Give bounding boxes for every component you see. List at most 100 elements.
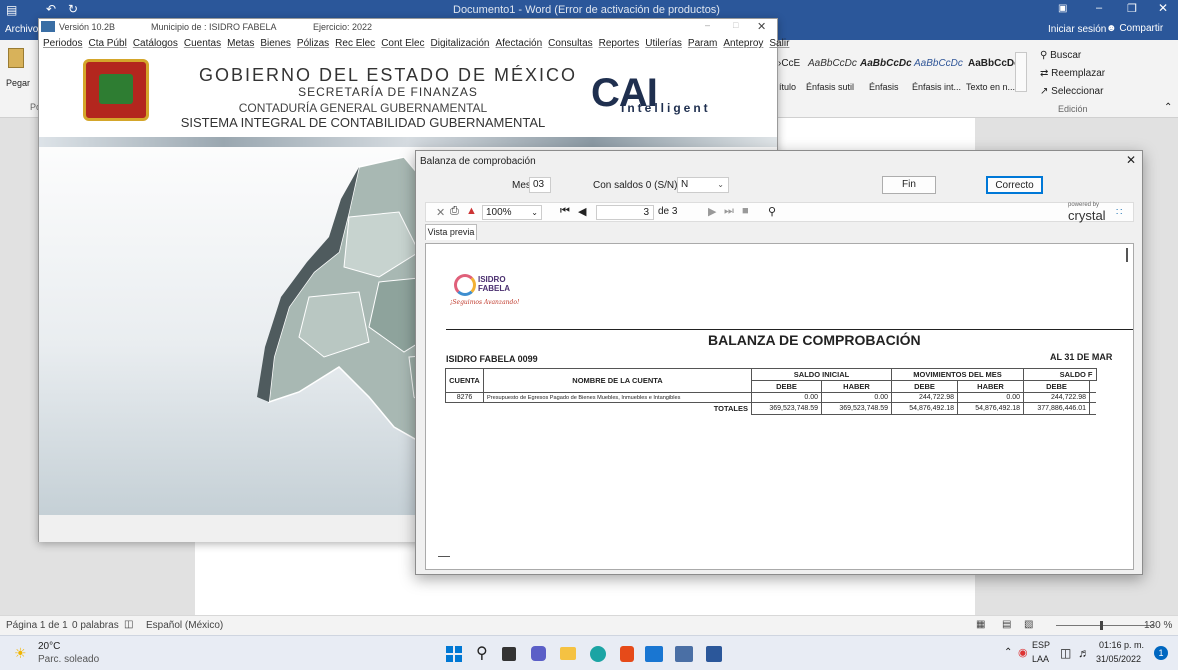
zoom-select[interactable]: 100% ⌄: [482, 205, 542, 220]
style-sample-emphasis[interactable]: AaBbCcDc: [860, 58, 912, 69]
notification-badge[interactable]: 1: [1154, 646, 1168, 660]
collapse-ribbon-icon[interactable]: ⌃: [1164, 102, 1172, 113]
volume-icon[interactable]: ♬: [1078, 646, 1090, 660]
word-app-icon[interactable]: [706, 646, 722, 662]
lang-layout[interactable]: LAA: [1032, 654, 1049, 664]
style-sample-intense[interactable]: AaBbCcDc: [914, 58, 963, 69]
scrollbar-thumb[interactable]: [1126, 248, 1128, 262]
file-explorer-icon[interactable]: [560, 647, 576, 660]
menu-rec-elec[interactable]: Rec Elec: [335, 38, 375, 49]
proofing-icon[interactable]: ◫: [124, 619, 133, 630]
minimize-icon[interactable]: –: [1096, 2, 1102, 14]
report-preview[interactable]: ISIDRO FABELA ¡Seguimos Avanzando! BALAN…: [425, 243, 1134, 570]
status-words[interactable]: 0 palabras: [72, 620, 119, 631]
start-icon[interactable]: [446, 646, 462, 662]
menu-polizas[interactable]: Pólizas: [297, 38, 329, 49]
status-page[interactable]: Página 1 de 1: [6, 620, 68, 631]
style-sample-subtle[interactable]: AaBbCcDc: [808, 58, 857, 69]
correcto-button[interactable]: Correcto: [986, 176, 1043, 194]
style-sample-strong[interactable]: AaBbCcDc: [968, 58, 1020, 69]
menu-afectacion[interactable]: Afectación: [495, 38, 542, 49]
col-haber-1: HABER: [821, 380, 892, 393]
find-button[interactable]: ⚲ Buscar: [1040, 50, 1081, 61]
find-label: Buscar: [1050, 50, 1082, 61]
office-icon[interactable]: [620, 646, 634, 662]
saldos-select[interactable]: N ⌄: [677, 177, 729, 193]
style-partial[interactable]: ›CcE: [778, 58, 800, 69]
crystal-dots-icon: ∷: [1116, 207, 1123, 218]
search-taskbar-icon[interactable]: ⚲: [476, 643, 488, 663]
web-layout-icon[interactable]: ▧: [1024, 619, 1033, 630]
balanza-close-icon[interactable]: ✕: [1126, 153, 1136, 167]
cai-close-icon[interactable]: ✕: [757, 20, 766, 33]
status-language[interactable]: Español (México): [146, 620, 223, 631]
last-page-icon[interactable]: ⏭: [724, 205, 734, 218]
replace-button[interactable]: ⇄ Reemplazar: [1040, 68, 1105, 79]
zoom-slider[interactable]: [1056, 625, 1154, 626]
menu-salir[interactable]: Salir: [769, 38, 789, 49]
find-text-icon[interactable]: ⚲: [768, 205, 776, 218]
paste-label[interactable]: Pegar: [6, 78, 30, 88]
export-icon[interactable]: ▲: [466, 205, 477, 217]
paste-icon[interactable]: [8, 48, 24, 68]
ribbon-display-icon[interactable]: ▣: [1058, 3, 1067, 14]
file-tab[interactable]: Archivo: [5, 24, 38, 35]
word-statusbar: Página 1 de 1 0 palabras ◫ Español (Méxi…: [0, 615, 1178, 635]
lang-indicator[interactable]: ESP: [1032, 640, 1050, 650]
cai-minimize-icon[interactable]: –: [705, 20, 710, 30]
menu-cont-elec[interactable]: Cont Elec: [381, 38, 424, 49]
menu-anteproy[interactable]: Anteproy: [723, 38, 763, 49]
weather-desc[interactable]: Parc. soleado: [38, 654, 99, 665]
share-button[interactable]: ☻ Compartir: [1106, 23, 1163, 34]
fin-button[interactable]: Fin: [882, 176, 936, 194]
styles-scroll[interactable]: [1015, 52, 1027, 92]
stop-icon[interactable]: ■: [742, 205, 749, 217]
menu-metas[interactable]: Metas: [227, 38, 254, 49]
menu-cta-publ[interactable]: Cta Públ: [88, 38, 126, 49]
menu-bienes[interactable]: Bienes: [260, 38, 291, 49]
menu-digitalizacion[interactable]: Digitalización: [431, 38, 490, 49]
close-view-icon[interactable]: ✕: [436, 206, 445, 219]
cai-maximize-icon[interactable]: □: [733, 20, 738, 30]
signin-link[interactable]: Iniciar sesión: [1048, 24, 1106, 35]
edge-icon[interactable]: [590, 646, 606, 662]
undo-icon[interactable]: ↶: [46, 2, 56, 16]
clock-date[interactable]: 31/05/2022: [1096, 654, 1141, 664]
mes-field[interactable]: 03: [529, 177, 551, 193]
print-icon[interactable]: ⎙: [450, 205, 459, 218]
page-field[interactable]: 3: [596, 205, 654, 220]
col-debe-3: DEBE: [1023, 380, 1090, 393]
tab-vista-previa[interactable]: Vista previa: [425, 224, 477, 240]
redo-icon[interactable]: ↻: [68, 2, 78, 16]
menu-consultas[interactable]: Consultas: [548, 38, 592, 49]
style-name-emphasis: Énfasis: [869, 82, 899, 92]
task-view-icon[interactable]: [502, 647, 516, 661]
clock-time[interactable]: 01:16 p. m.: [1099, 640, 1144, 650]
read-mode-icon[interactable]: ▦: [976, 619, 985, 630]
menu-reportes[interactable]: Reportes: [599, 38, 640, 49]
first-page-icon[interactable]: ⏮: [560, 205, 570, 218]
contaduria-title: CONTADURÍA GENERAL GUBERNAMENTAL: [238, 101, 488, 115]
network-icon[interactable]: ◫: [1060, 646, 1071, 660]
weather-icon[interactable]: ☀: [14, 645, 27, 662]
cai-app-icon[interactable]: [675, 646, 693, 662]
menu-catalogos[interactable]: Catálogos: [133, 38, 178, 49]
tray-app-icon[interactable]: ◉: [1018, 646, 1028, 659]
save-icon[interactable]: ▤: [6, 3, 17, 17]
maximize-icon[interactable]: ❐: [1127, 2, 1137, 15]
chat-icon[interactable]: [531, 646, 546, 661]
menu-cuentas[interactable]: Cuentas: [184, 38, 221, 49]
print-layout-icon[interactable]: ▤: [1002, 619, 1011, 630]
weather-temp[interactable]: 20°C: [38, 641, 60, 652]
next-page-icon[interactable]: ▶: [708, 205, 716, 218]
menu-param[interactable]: Param: [688, 38, 717, 49]
close-icon[interactable]: ✕: [1158, 1, 1168, 15]
prev-page-icon[interactable]: ◀: [578, 205, 586, 218]
zoom-level[interactable]: 130 %: [1144, 620, 1172, 631]
menu-periodos[interactable]: Periodos: [43, 38, 82, 49]
zoom-slider-thumb[interactable]: [1100, 621, 1103, 630]
select-button[interactable]: ↗ Seleccionar: [1040, 86, 1103, 97]
outlook-icon[interactable]: [645, 646, 663, 662]
tray-chevron-icon[interactable]: ⌃: [1004, 647, 1012, 658]
menu-utilerias[interactable]: Utilerías: [645, 38, 682, 49]
